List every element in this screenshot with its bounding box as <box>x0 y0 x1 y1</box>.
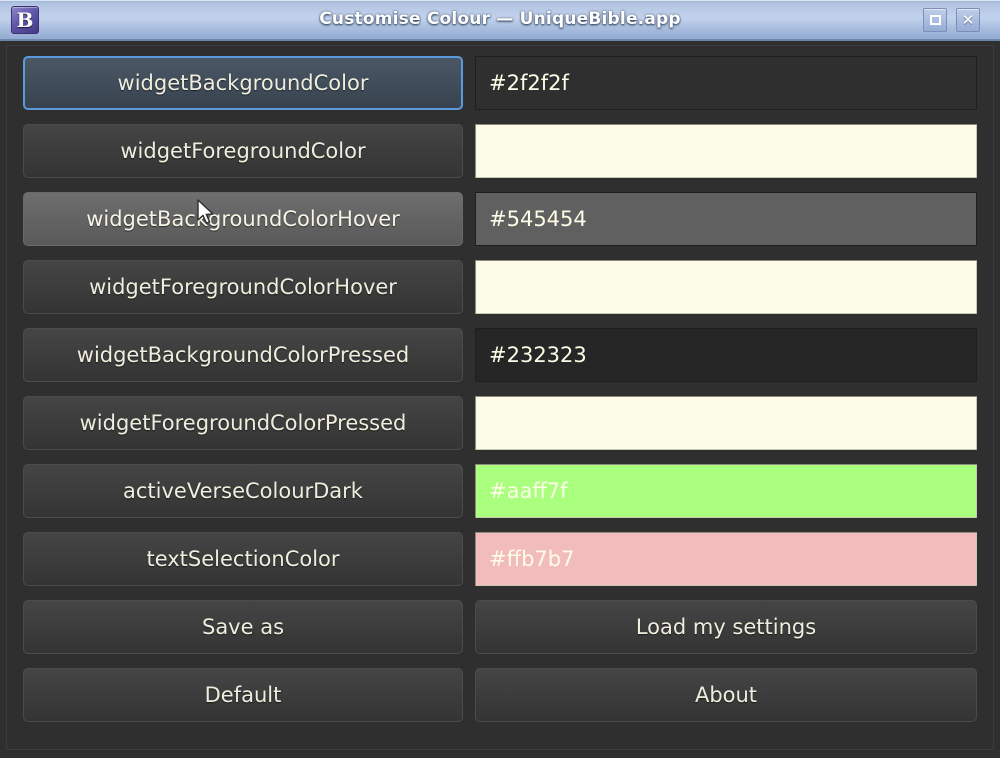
colour-picker-button-widgetForegroundColor[interactable]: widgetForegroundColor <box>23 124 463 178</box>
colour-setting-row: widgetForegroundColorPressed <box>0 396 1000 450</box>
colour-picker-button-widgetForegroundColorPressed[interactable]: widgetForegroundColorPressed <box>23 396 463 450</box>
window-title: Customise Colour — UniqueBible.app <box>319 9 681 29</box>
app-icon[interactable]: B <box>11 6 39 34</box>
colour-value-field-widgetForegroundColorPressed[interactable] <box>475 396 977 450</box>
colour-setting-row: widgetForegroundColor <box>0 124 1000 178</box>
colour-value-field-widgetForegroundColorHover[interactable] <box>475 260 977 314</box>
colour-picker-button-widgetBackgroundColorHover[interactable]: widgetBackgroundColorHover <box>23 192 463 246</box>
colour-value-field-textSelectionColor[interactable]: #ffb7b7 <box>475 532 977 586</box>
colour-picker-button-textSelectionColor[interactable]: textSelectionColor <box>23 532 463 586</box>
titlebar-highlight <box>0 0 1000 1</box>
colour-setting-row: widgetBackgroundColorPressed #232323 <box>0 328 1000 382</box>
colour-value-field-widgetBackgroundColor[interactable]: #2f2f2f <box>475 56 977 110</box>
action-button-about[interactable]: About <box>475 668 977 722</box>
colour-value-field-activeVerseColourDark[interactable]: #aaff7f <box>475 464 977 518</box>
colour-setting-row: activeVerseColourDark #aaff7f <box>0 464 1000 518</box>
customise-colour-window: B Customise Colour — UniqueBible.app ✕ w… <box>0 0 1000 758</box>
colour-picker-button-activeVerseColourDark[interactable]: activeVerseColourDark <box>23 464 463 518</box>
action-button-load-my-settings[interactable]: Load my settings <box>475 600 977 654</box>
app-icon-letter: B <box>16 8 34 32</box>
close-icon: ✕ <box>961 10 975 29</box>
colour-picker-button-widgetForegroundColorHover[interactable]: widgetForegroundColorHover <box>23 260 463 314</box>
maximize-icon <box>929 15 941 25</box>
colour-setting-row: textSelectionColor #ffb7b7 <box>0 532 1000 586</box>
colour-setting-row: widgetBackgroundColor #2f2f2f <box>0 56 1000 110</box>
colour-setting-row: widgetForegroundColorHover <box>0 260 1000 314</box>
colour-value-field-widgetForegroundColor[interactable] <box>475 124 977 178</box>
dialog-client-area: widgetBackgroundColor #2f2f2f widgetForegr… <box>0 41 1000 758</box>
colour-value-field-widgetBackgroundColorHover[interactable]: #545454 <box>475 192 977 246</box>
colour-picker-button-widgetBackgroundColor[interactable]: widgetBackgroundColor <box>23 56 463 110</box>
window-titlebar[interactable]: B Customise Colour — UniqueBible.app ✕ <box>0 0 1000 41</box>
action-button-default[interactable]: Default <box>23 668 463 722</box>
colour-value-field-widgetBackgroundColorPressed[interactable]: #232323 <box>475 328 977 382</box>
colour-picker-button-widgetBackgroundColorPressed[interactable]: widgetBackgroundColorPressed <box>23 328 463 382</box>
colour-setting-row: widgetBackgroundColorHover #545454 <box>0 192 1000 246</box>
close-button[interactable]: ✕ <box>956 8 980 32</box>
maximize-button[interactable] <box>923 8 947 32</box>
action-button-save-as[interactable]: Save as <box>23 600 463 654</box>
